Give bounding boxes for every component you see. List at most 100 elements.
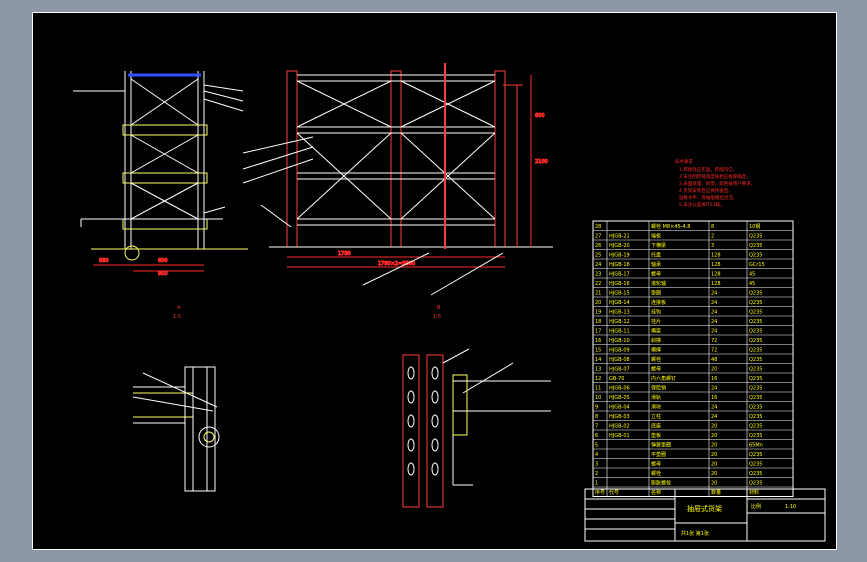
table-cell-material: Q235	[749, 481, 762, 487]
table-cell-name: 垫板	[651, 432, 661, 439]
table-cell-no: 16	[595, 338, 601, 344]
sheet-info: 共1张 第1张	[681, 530, 709, 537]
table-cell-name: 下横梁	[651, 242, 666, 249]
table-cell-no: 27	[595, 234, 601, 240]
table-cell-code: HJGB-02	[609, 424, 630, 430]
table-cell-qty: 2	[711, 234, 714, 240]
table-cell-qty: 16	[711, 376, 717, 382]
table-cell-qty: 128	[711, 262, 721, 268]
table-header-material: 材料	[749, 489, 759, 496]
side-leaders	[73, 84, 244, 214]
notes-line: 1.焊接处应牢固，焊缝均匀。	[679, 166, 737, 173]
table-cell-qty: 20	[711, 367, 717, 373]
table-cell-no: 14	[595, 357, 601, 363]
table-cell-code: HJGB-05	[609, 395, 630, 401]
table-cell-code: HJGB-03	[609, 414, 630, 420]
table-cell-name: 横撑	[651, 347, 661, 354]
dim-side-depth: 950	[158, 271, 168, 277]
table-cell-no: 2	[595, 471, 598, 477]
table-cell-no: 12	[595, 376, 601, 382]
notes-line: 5.未注公差按IT13级。	[679, 201, 725, 208]
table-cell-material: 65Mn	[749, 443, 763, 449]
table-cell-material: Q235	[749, 243, 762, 249]
table-cell-name: 螺栓	[651, 356, 661, 363]
table-cell-code: HJGB-06	[609, 386, 630, 392]
table-cell-code: HJGB-04	[609, 405, 630, 411]
table-cell-material: Q235	[749, 357, 762, 363]
table-cell-qty: 20	[711, 433, 717, 439]
table-header-code: 代号	[609, 489, 619, 496]
table-cell-code: HJGB-09	[609, 348, 630, 354]
table-cell-material: Q235	[749, 452, 762, 458]
table-cell-material: Q235	[749, 376, 762, 382]
parts-table: 28 螺栓 M8×45-4.8 8 10钢27 HJGB-21 端板 2 Q23526 HJGB…	[592, 220, 794, 497]
table-cell-no: 21	[595, 291, 601, 297]
dim-side-left: 980	[99, 258, 109, 264]
table-cell-no: 26	[595, 243, 601, 249]
table-cell-name: 挂钩	[651, 309, 661, 316]
side-dimensions: 980 600 950	[93, 258, 204, 278]
front-view	[269, 63, 553, 249]
table-cell-qty: 3	[711, 243, 714, 249]
table-cell-name: 底座	[651, 423, 661, 430]
side-view	[80, 71, 248, 261]
table-cell-no: 6	[595, 433, 598, 439]
table-cell-material: Q235	[749, 338, 762, 344]
table-cell-material: Q235	[749, 253, 762, 259]
table-cell-code: HJGB-16	[609, 281, 630, 287]
notes-line: 层板水平，各抽屉推拉灵活。	[679, 194, 738, 201]
table-cell-name: 端板	[651, 233, 661, 240]
table-cell-qty: 24	[711, 310, 717, 316]
table-cell-code: HJGB-21	[609, 234, 630, 240]
table-cell-name: 垫圈	[651, 290, 661, 297]
dim-height-total: 2100	[535, 159, 548, 165]
section-b-ratio: 1:5	[433, 314, 441, 320]
table-cell-material: Q235	[749, 367, 762, 373]
table-cell-qty: 128	[711, 253, 721, 259]
table-cell-qty: 24	[711, 386, 717, 392]
table-cell-qty: 20	[711, 481, 717, 487]
table-cell-material: Q235	[749, 310, 762, 316]
table-cell-qty: 20	[711, 462, 717, 468]
table-cell-name: 平垫圈	[651, 451, 666, 458]
table-cell-material: Q235	[749, 386, 762, 392]
table-cell-qty: 24	[711, 291, 717, 297]
table-cell-name: 托盘	[651, 252, 661, 259]
table-cell-qty: 24	[711, 414, 717, 420]
table-cell-material: Q235	[749, 291, 762, 297]
table-cell-qty: 24	[711, 405, 717, 411]
table-header-qty: 数量	[711, 489, 721, 496]
table-cell-no: 9	[595, 405, 598, 411]
table-cell-no: 1	[595, 481, 598, 487]
table-cell-name: 滚轮轴	[651, 280, 666, 287]
table-cell-material: 45	[749, 281, 755, 287]
technical-notes: 技术要求 1.焊接处应牢固，焊缝均匀。 2.未注明焊缝高度按相应板厚确定。 3.…	[675, 158, 755, 208]
table-cell-code: HJGB-14	[609, 300, 630, 306]
table-cell-no: 17	[595, 329, 601, 335]
table-cell-material: Q235	[749, 405, 762, 411]
cad-drawing: 980 600 950 1780 1780×2=3560 2100 600 技术…	[73, 63, 826, 542]
table-cell-name: 保险销	[651, 385, 666, 392]
table-cell-name: 螺栓	[651, 470, 661, 477]
table-cell-no: 22	[595, 281, 601, 287]
table-cell-no: 10	[595, 395, 601, 401]
table-cell-qty: 20	[711, 471, 717, 477]
drawing-title: 抽屉式货架	[687, 504, 722, 513]
table-cell-material: Q235	[749, 433, 762, 439]
table-cell-qty: 72	[711, 338, 717, 344]
table-cell-qty: 128	[711, 281, 721, 287]
table-cell-material: Q235	[749, 234, 762, 240]
scale-value: 1:10	[785, 504, 796, 510]
table-cell-qty: 16	[711, 395, 717, 401]
table-cell-code: HJGB-11	[609, 329, 630, 335]
table-cell-code: HJGB-17	[609, 272, 630, 278]
table-cell-code: GB-70	[609, 376, 624, 382]
table-cell-no: 4	[595, 452, 598, 458]
table-cell-no: 23	[595, 272, 601, 278]
section-a-view: A 1:5	[132, 305, 220, 492]
table-cell-qty: 24	[711, 319, 717, 325]
table-cell-material: 45	[749, 272, 755, 278]
table-cell-name: 轴承	[651, 261, 661, 268]
table-cell-qty: 8	[711, 224, 714, 230]
table-cell-material: Q235	[749, 395, 762, 401]
